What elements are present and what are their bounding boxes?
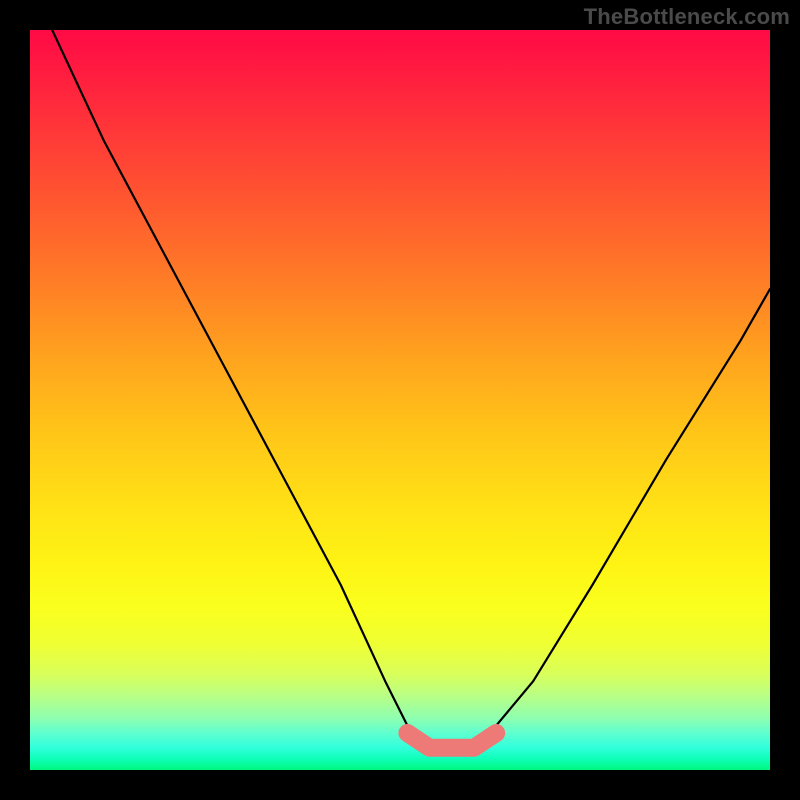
bottleneck-curve	[52, 30, 770, 748]
marker-band	[407, 733, 496, 748]
chart-frame: TheBottleneck.com	[0, 0, 800, 800]
watermark-text: TheBottleneck.com	[584, 4, 790, 30]
curve-svg	[30, 30, 770, 770]
plot-area	[30, 30, 770, 770]
